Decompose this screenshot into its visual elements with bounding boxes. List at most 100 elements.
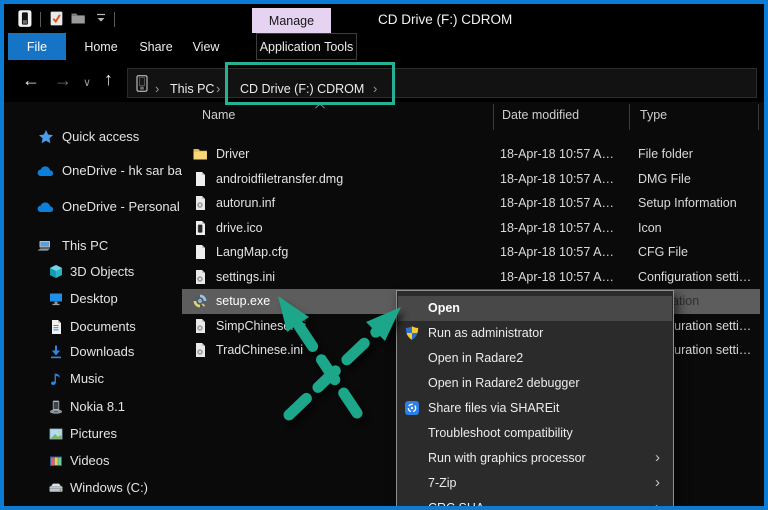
menu-item-run-as-administrator[interactable]: Run as administrator — [398, 321, 672, 346]
sidebar-item-label: Videos — [70, 453, 110, 468]
ribbon-tab-row: File Home Share View Application Tools — [4, 33, 764, 60]
file-date: 18-Apr-18 10:57 A… — [500, 147, 614, 161]
sidebar-item-downloads[interactable]: Downloads — [4, 339, 182, 365]
menu-item-run-with-graphics-processor[interactable]: Run with graphics processor › — [398, 446, 672, 471]
file-name: LangMap.cfg — [216, 245, 289, 259]
menu-item-crc-sha[interactable]: CRC SHA › — [398, 496, 672, 506]
file-row-langmap[interactable]: LangMap.cfg 18-Apr-18 10:57 A… CFG File — [182, 240, 760, 265]
menu-item-label: Open in Radare2 — [428, 351, 524, 365]
sidebar-item-label: OneDrive - hk sar bac — [62, 163, 182, 178]
gear-file-icon — [192, 318, 208, 334]
sidebar-item-windows-c[interactable]: Windows (C:) — [4, 475, 182, 501]
recent-locations-icon[interactable]: ∨ — [83, 74, 91, 92]
menu-item-share-files-via-shareit[interactable]: Share files via SHAREit — [398, 396, 672, 421]
tab-application-tools[interactable]: Application Tools — [256, 33, 357, 60]
file-name: autorun.inf — [216, 196, 276, 210]
sidebar-item-label: Desktop — [70, 291, 118, 306]
sidebar-item-this-pc[interactable]: This PC — [4, 233, 182, 259]
file-name: SimpChinese.ini — [216, 318, 307, 333]
explorer-window: Manage CD Drive (F:) CDROM File Home Sha… — [0, 0, 768, 510]
tab-share[interactable]: Share — [132, 33, 180, 60]
sidebar-item-3d-objects[interactable]: 3D Objects — [4, 259, 182, 285]
uac-shield-icon — [404, 325, 420, 341]
blank-file-icon — [192, 244, 208, 260]
column-header-type[interactable]: Type — [640, 108, 667, 122]
menu-item-label: Open in Radare2 debugger — [428, 376, 580, 390]
sidebar-item-quick-access[interactable]: Quick access — [4, 124, 182, 150]
sidebar-item-desktop[interactable]: Desktop — [4, 286, 182, 312]
qat-dropdown-icon[interactable] — [94, 12, 108, 25]
file-date: 18-Apr-18 10:57 A… — [500, 269, 614, 284]
file-type: Configuration setti… — [638, 269, 752, 284]
sidebar-item-label: OneDrive - Personal — [62, 199, 180, 214]
new-folder-icon[interactable] — [70, 11, 86, 26]
sidebar-item-music[interactable]: Music — [4, 366, 182, 392]
properties-check-icon[interactable] — [48, 10, 65, 27]
sidebar-item-videos[interactable]: Videos — [4, 448, 182, 474]
sidebar-item-documents[interactable]: Documents — [4, 314, 182, 340]
breadcrumb-this-pc[interactable]: This PC — [170, 82, 214, 96]
column-header-date-modified[interactable]: Date modified — [502, 108, 579, 122]
icon-file-icon — [192, 220, 208, 236]
context-menu: Open Run as administrator Open in Radare… — [396, 290, 674, 506]
menu-item-open[interactable]: Open — [398, 296, 672, 321]
cloud-icon — [36, 163, 54, 179]
file-date: 18-Apr-18 10:57 A… — [500, 220, 614, 235]
file-type: File folder — [638, 147, 693, 161]
cube-icon — [48, 264, 64, 280]
menu-item-label: Open — [428, 301, 460, 315]
breadcrumb-separator: › — [216, 81, 221, 96]
sidebar-item-label: This PC — [62, 238, 109, 253]
column-separator[interactable] — [493, 104, 494, 130]
file-row-driver[interactable]: Driver 18-Apr-18 10:57 A… File folder — [182, 142, 760, 167]
menu-item-open-in-radare2[interactable]: Open in Radare2 — [398, 346, 672, 371]
cloud-icon — [36, 199, 54, 215]
file-name: drive.ico — [216, 220, 263, 235]
picture-icon — [48, 426, 64, 442]
file-row-settings[interactable]: settings.ini 18-Apr-18 10:57 A… Configur… — [182, 265, 760, 290]
menu-item-7zip[interactable]: 7-Zip › — [398, 471, 672, 496]
phone-icon — [48, 399, 64, 415]
menu-item-label: Run as administrator — [428, 326, 544, 340]
gear-file-icon — [192, 342, 208, 358]
qat-separator — [114, 12, 115, 27]
menu-item-open-in-radare2-debugger[interactable]: Open in Radare2 debugger — [398, 371, 672, 396]
column-separator[interactable] — [629, 104, 630, 130]
file-date: 18-Apr-18 10:57 A… — [500, 171, 614, 186]
sidebar-item-label: Quick access — [62, 129, 140, 144]
cd-disc-icon — [192, 293, 208, 309]
address-field[interactable]: › This PC › CD Drive (F:) CDROM › — [127, 68, 757, 98]
tab-home[interactable]: Home — [76, 33, 126, 60]
sidebar-item-label: Music — [70, 371, 104, 386]
sidebar-item-pictures[interactable]: Pictures — [4, 421, 182, 447]
manage-contextual-tab: Manage — [252, 8, 331, 33]
gear-file-icon — [192, 195, 208, 211]
tab-file[interactable]: File — [8, 33, 66, 60]
menu-item-label: Run with graphics processor — [428, 451, 586, 465]
column-header-name[interactable]: Name — [202, 108, 235, 122]
file-row-dmg[interactable]: androidfiletransfer.dmg 18-Apr-18 10:57 … — [182, 167, 760, 192]
tab-view[interactable]: View — [184, 33, 228, 60]
submenu-chevron-icon: › — [655, 474, 660, 491]
sidebar-item-label: Pictures — [70, 426, 117, 441]
menu-item-troubleshoot-compatibility[interactable]: Troubleshoot compatibility — [398, 421, 672, 446]
column-separator[interactable] — [758, 104, 759, 130]
sidebar-item-onedrive-hk[interactable]: OneDrive - hk sar bac — [4, 158, 182, 184]
sidebar-item-onedrive-personal[interactable]: OneDrive - Personal — [4, 194, 182, 220]
file-row-drive-ico[interactable]: drive.ico 18-Apr-18 10:57 A… Icon — [182, 216, 760, 241]
sidebar-item-label: 3D Objects — [70, 264, 135, 279]
drive-small-icon — [136, 75, 148, 92]
up-icon[interactable]: ↑ — [104, 70, 113, 88]
film-icon — [48, 453, 64, 469]
window-title: CD Drive (F:) CDROM — [378, 12, 513, 27]
file-row-autorun[interactable]: autorun.inf 18-Apr-18 10:57 A… Setup Inf… — [182, 191, 760, 216]
menu-item-label: 7-Zip — [428, 476, 457, 490]
sidebar-item-nokia[interactable]: Nokia 8.1 — [4, 394, 182, 420]
file-name: TradChinese.ini — [216, 343, 304, 357]
back-icon[interactable]: ← — [22, 71, 40, 89]
title-bar: Manage CD Drive (F:) CDROM — [4, 4, 764, 33]
gear-file-icon — [192, 269, 208, 285]
breadcrumb-separator: › — [155, 81, 160, 96]
qat-separator — [40, 12, 41, 27]
forward-icon[interactable]: → — [54, 71, 72, 89]
